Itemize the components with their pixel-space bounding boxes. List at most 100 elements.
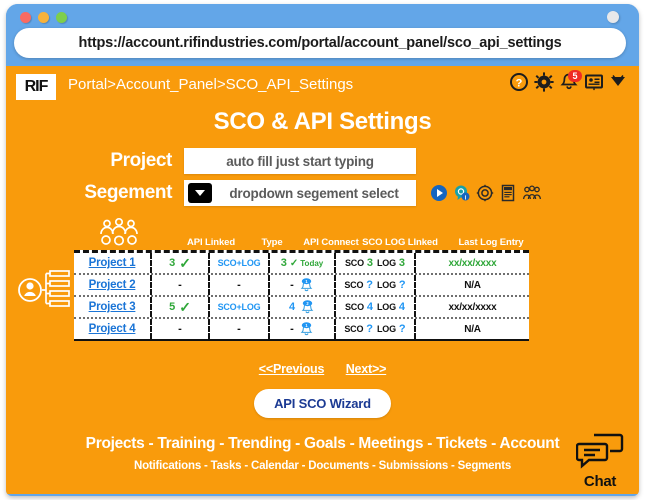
pagination: <<Previous Next>> bbox=[6, 362, 639, 376]
table-row: Project 1 3 ✓ SCO+LOG 3 ✓ Today SCO 3 LOG 3 xx/xx/x… bbox=[74, 253, 529, 275]
project-name-cell: Project 3 bbox=[74, 297, 152, 317]
table-row: Project 3 5 ✓ SCO+LOG 4 2 SCO 4 LOG 4 xx/xx/xxxx bbox=[74, 297, 529, 319]
browser-window: https://account.rifindustries.com/portal… bbox=[6, 4, 639, 496]
last-log-entry-cell: N/A bbox=[416, 319, 529, 339]
window-close-button[interactable] bbox=[20, 12, 31, 23]
api-linked-cell: - bbox=[152, 275, 210, 295]
api-linked-cell: - bbox=[152, 319, 210, 339]
last-log-value: xx/xx/xxxx bbox=[448, 257, 497, 269]
log-value: ? bbox=[398, 323, 406, 335]
dropdown-caret-button[interactable] bbox=[188, 183, 212, 203]
api-linked-value: - bbox=[178, 323, 182, 335]
footer-secondary-nav[interactable]: Notifications - Tasks - Calendar - Docum… bbox=[6, 460, 639, 472]
project-name-cell: Project 1 bbox=[74, 253, 152, 273]
last-log-value: N/A bbox=[464, 279, 481, 291]
log-value: 4 bbox=[398, 301, 406, 313]
gear-icon[interactable] bbox=[534, 72, 554, 94]
api-sco-wizard-button[interactable]: API SCO Wizard bbox=[254, 389, 391, 418]
sco-value: ? bbox=[366, 279, 373, 291]
window-maximize-button[interactable] bbox=[56, 12, 67, 23]
type-value: - bbox=[237, 279, 241, 291]
api-connect-cell: 4 2 bbox=[270, 297, 336, 317]
breadcrumb[interactable]: Portal>Account_Panel>SCO_API_Settings bbox=[68, 76, 353, 93]
type-cell: - bbox=[210, 319, 270, 339]
address-bar[interactable]: https://account.rifindustries.com/portal… bbox=[14, 28, 626, 58]
help-icon[interactable]: ? bbox=[509, 72, 529, 94]
last-log-entry-cell: xx/xx/xxxx bbox=[416, 297, 529, 317]
chat-label: Chat bbox=[583, 473, 617, 490]
alert-bell-icon[interactable]: 1 bbox=[294, 321, 314, 337]
column-header-last-log-entry: Last Log Entry bbox=[458, 237, 524, 248]
check-icon: ✓ bbox=[289, 257, 299, 269]
alert-bell-icon[interactable]: 2 bbox=[295, 299, 315, 315]
project-link[interactable]: Project 4 bbox=[89, 323, 136, 335]
type-cell: SCO+LOG bbox=[210, 253, 270, 273]
document-report-icon[interactable] bbox=[499, 184, 517, 202]
project-name-cell: Project 4 bbox=[74, 319, 152, 339]
type-value: SCO+LOG bbox=[217, 258, 261, 268]
user-org-chart-icon bbox=[16, 264, 74, 316]
type-cell: - bbox=[210, 275, 270, 295]
project-row: Project auto fill just start typing bbox=[6, 148, 639, 174]
api-connect-value: 3 bbox=[280, 257, 287, 269]
check-icon: ✓ bbox=[179, 298, 191, 315]
alert-bell-icon[interactable]: 1 bbox=[294, 277, 314, 293]
page-title: SCO & API Settings bbox=[213, 108, 432, 135]
last-log-value: N/A bbox=[464, 323, 481, 335]
chevron-down-icon[interactable] bbox=[609, 72, 629, 94]
api-connect-cell: 3 ✓ Today bbox=[270, 253, 336, 273]
segment-select-value: dropdown segement select bbox=[229, 185, 399, 201]
sco-log-linked-cell: SCO 3 LOG 3 bbox=[336, 253, 416, 273]
logo-text: RIF bbox=[24, 78, 49, 95]
api-linked-value: 5 bbox=[169, 301, 176, 313]
next-page-link[interactable]: Next>> bbox=[346, 362, 387, 376]
presentation-icon[interactable] bbox=[584, 72, 604, 94]
sco-value: 4 bbox=[366, 301, 373, 313]
segment-row: Segement dropdown segement select i bbox=[6, 180, 639, 206]
api-connect-cell: - 1 bbox=[270, 275, 336, 295]
sco-value: ? bbox=[366, 323, 373, 335]
svg-text:?: ? bbox=[516, 78, 523, 90]
log-label: LOG bbox=[377, 258, 396, 268]
projects-table: Project 1 3 ✓ SCO+LOG 3 ✓ Today SCO 3 LOG 3 xx/xx/x… bbox=[74, 250, 529, 341]
project-link[interactable]: Project 2 bbox=[89, 279, 136, 291]
project-link[interactable]: Project 1 bbox=[89, 257, 136, 269]
column-header-api-linked: API Linked bbox=[186, 237, 236, 248]
log-label: LOG bbox=[377, 324, 396, 334]
sco-value: 3 bbox=[366, 257, 373, 269]
header-icon-group: ? 5 bbox=[509, 70, 629, 94]
chat-widget[interactable]: Chat bbox=[569, 432, 631, 490]
people-group-icon bbox=[95, 217, 143, 247]
url-text: https://account.rifindustries.com/portal… bbox=[78, 35, 562, 51]
chat-bubble-icon[interactable]: i bbox=[453, 184, 471, 202]
log-value: 3 bbox=[398, 257, 406, 269]
sco-log-linked-cell: SCO 4 LOG 4 bbox=[336, 297, 416, 317]
project-name-cell: Project 2 bbox=[74, 275, 152, 295]
settings-gear-icon[interactable] bbox=[476, 184, 494, 202]
footer-primary-nav[interactable]: Projects - Training - Trending - Goals -… bbox=[6, 435, 639, 453]
previous-page-link[interactable]: <<Previous bbox=[259, 362, 325, 376]
last-log-entry-cell: N/A bbox=[416, 275, 529, 295]
sco-label: SCO bbox=[344, 324, 364, 334]
project-link[interactable]: Project 3 bbox=[89, 301, 136, 313]
table-row: Project 2--- 1 SCO? LOG? N/A bbox=[74, 275, 529, 297]
table-row: Project 4--- 1 SCO? LOG? N/A bbox=[74, 319, 529, 339]
check-icon: ✓ bbox=[179, 254, 191, 271]
project-input[interactable]: auto fill just start typing bbox=[184, 148, 416, 174]
segment-select[interactable]: dropdown segement select bbox=[184, 180, 416, 206]
project-input-value: auto fill just start typing bbox=[226, 153, 374, 169]
play-icon[interactable] bbox=[430, 184, 448, 202]
log-value: ? bbox=[398, 279, 406, 291]
api-linked-value: 3 bbox=[169, 257, 176, 269]
chat-bubbles-icon bbox=[575, 433, 624, 474]
column-header-sco-log-linked: SCO LOG LInked bbox=[362, 237, 438, 248]
rif-logo[interactable]: RIF bbox=[16, 74, 56, 100]
bell-icon[interactable]: 5 bbox=[559, 70, 582, 94]
log-label: LOG bbox=[377, 280, 396, 290]
window-minimize-button[interactable] bbox=[38, 12, 49, 23]
settings-form: Project auto fill just start typing Sege… bbox=[6, 148, 639, 210]
people-group-icon[interactable] bbox=[522, 184, 542, 202]
browser-menu-button[interactable] bbox=[607, 11, 619, 23]
sco-label: SCO bbox=[344, 280, 364, 290]
last-log-value: xx/xx/xxxx bbox=[448, 301, 497, 313]
